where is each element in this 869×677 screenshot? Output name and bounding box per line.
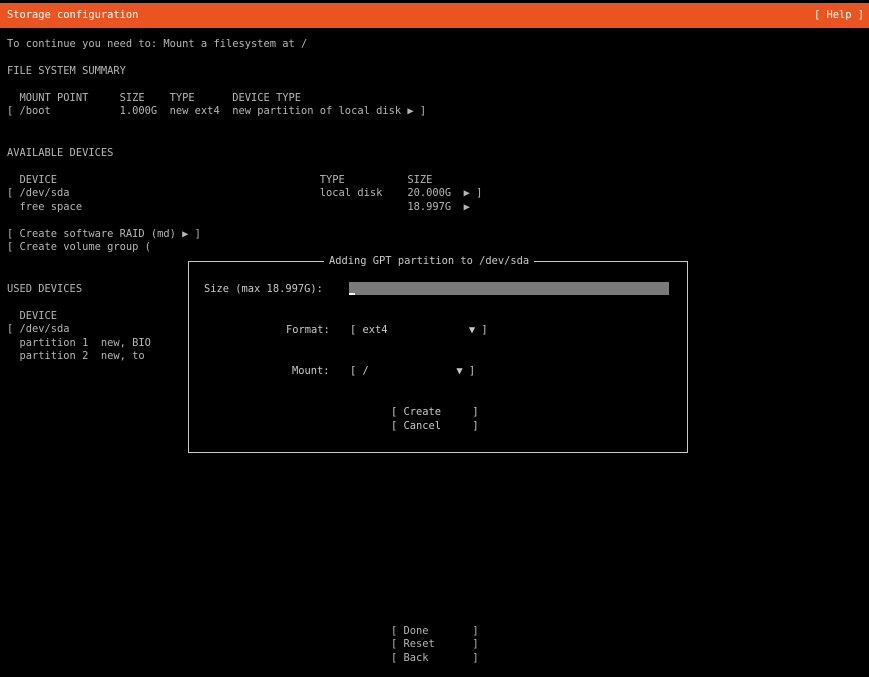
- create-volume-group-button[interactable]: [ Create volume group (: [7, 241, 151, 254]
- reset-button[interactable]: [ Reset ]: [391, 638, 479, 651]
- size-input[interactable]: [349, 282, 669, 295]
- create-raid-button[interactable]: [ Create software RAID (md) ▶ ]: [7, 228, 201, 241]
- text-cursor: [349, 293, 355, 295]
- add-partition-dialog: Adding GPT partition to /dev/sda Size (m…: [188, 255, 688, 453]
- dialog-title: Adding GPT partition to /dev/sda: [324, 255, 535, 268]
- help-button[interactable]: [ Help ]: [814, 9, 864, 22]
- format-select[interactable]: [ ext4 ▼ ]: [350, 324, 488, 337]
- available-row-sda[interactable]: [ /dev/sda local disk 20.000G ▶ ]: [7, 187, 482, 200]
- used-row-partition-2[interactable]: partition 2 new, to: [7, 350, 145, 363]
- used-columns: DEVICE: [7, 310, 58, 322]
- available-columns: DEVICE TYPE SIZE: [7, 174, 433, 186]
- used-row-sda[interactable]: [ /dev/sda: [7, 323, 70, 336]
- used-row-partition-1[interactable]: partition 1 new, BIO: [7, 337, 151, 350]
- mount-label: Mount:: [292, 365, 330, 377]
- available-devices-heading: AVAILABLE DEVICES: [7, 147, 114, 159]
- format-label: Format:: [286, 324, 330, 336]
- header-bar: Storage configuration [ Help ]: [0, 3, 869, 28]
- fs-summary-heading: FILE SYSTEM SUMMARY: [7, 65, 126, 77]
- mount-select[interactable]: [ / ▼ ]: [350, 365, 475, 378]
- used-devices-heading: USED DEVICES: [7, 283, 83, 295]
- fs-summary-columns: MOUNT POINT SIZE TYPE DEVICE TYPE: [7, 92, 302, 104]
- done-button[interactable]: [ Done ]: [391, 625, 479, 638]
- available-row-free-space[interactable]: free space 18.997G ▶: [7, 201, 470, 214]
- screen-title: Storage configuration: [7, 9, 139, 21]
- fs-summary-row-boot[interactable]: [ /boot 1.000G new ext4 new partition of…: [7, 105, 426, 118]
- create-button[interactable]: [ Create ]: [391, 406, 479, 419]
- back-button[interactable]: [ Back ]: [391, 652, 479, 665]
- cancel-button[interactable]: [ Cancel ]: [391, 420, 479, 433]
- size-label: Size (max 18.997G):: [204, 283, 323, 295]
- instruction-text: To continue you need to: Mount a filesys…: [7, 38, 308, 50]
